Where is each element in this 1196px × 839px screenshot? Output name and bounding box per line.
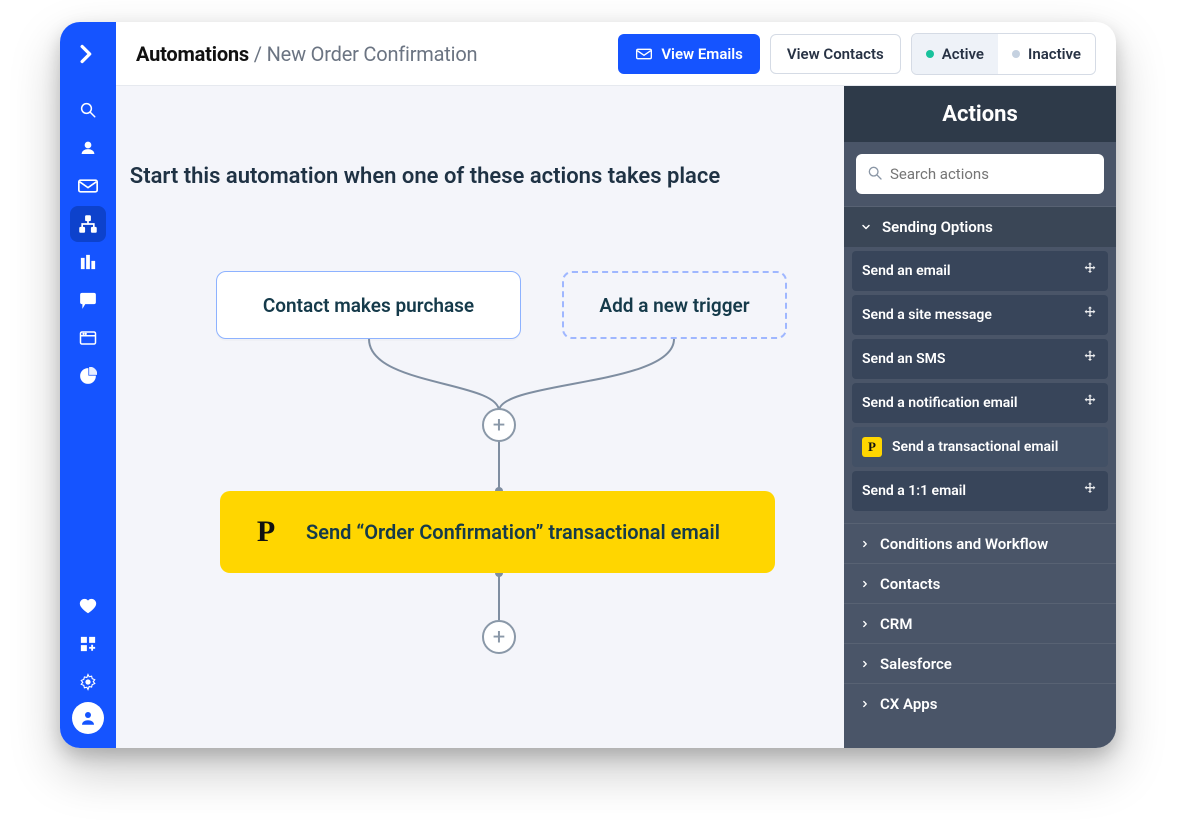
status-dot-active — [926, 50, 934, 58]
section-category-label: CX Apps — [880, 695, 937, 713]
section-category-label: Conditions and Workflow — [880, 535, 1048, 553]
action-node-transactional-email[interactable]: P Send “Order Confirmation” transactiona… — [220, 491, 775, 573]
drag-handle-icon[interactable] — [1082, 261, 1098, 281]
search-icon[interactable] — [70, 92, 106, 128]
conversations-icon[interactable] — [70, 282, 106, 318]
breadcrumb-root[interactable]: Automations — [136, 42, 249, 66]
action-item-label: Send a transactional email — [892, 439, 1058, 455]
deals-icon[interactable] — [70, 244, 106, 280]
section-category-label: Salesforce — [880, 655, 952, 673]
campaigns-icon[interactable] — [70, 168, 106, 204]
add-step-button[interactable]: + — [482, 408, 516, 442]
reports-icon[interactable] — [70, 358, 106, 394]
action-item[interactable]: Send a notification email — [852, 383, 1108, 423]
topbar: Automations / New Order Confirmation Vie… — [116, 22, 1116, 86]
action-item[interactable]: Send an email — [852, 251, 1108, 291]
status-inactive-button[interactable]: Inactive — [998, 34, 1095, 74]
breadcrumb: Automations / New Order Confirmation — [136, 42, 477, 66]
action-item[interactable]: Send a site message — [852, 295, 1108, 335]
status-segment: Active Inactive — [911, 33, 1096, 75]
main: Automations / New Order Confirmation Vie… — [116, 22, 1116, 748]
chevron-right-icon — [860, 579, 870, 589]
start-title: Start this automation when one of these … — [116, 164, 844, 189]
section-sending-options[interactable]: Sending Options — [844, 207, 1116, 247]
actions-search-input[interactable] — [856, 154, 1104, 194]
add-step-button[interactable]: + — [482, 620, 516, 654]
action-item[interactable]: Send a 1:1 email — [852, 471, 1108, 511]
favorites-icon[interactable] — [70, 588, 106, 624]
section-category[interactable]: Contacts — [844, 563, 1116, 603]
chevron-right-icon — [860, 699, 870, 709]
breadcrumb-leaf: New Order Confirmation — [267, 42, 478, 66]
chevron-right-icon — [860, 539, 870, 549]
chevron-right-icon — [860, 659, 870, 669]
apps-icon[interactable] — [70, 626, 106, 662]
actions-panel-title: Actions — [844, 86, 1116, 142]
status-active-button[interactable]: Active — [912, 34, 998, 74]
user-avatar[interactable] — [72, 702, 104, 734]
site-icon[interactable] — [70, 320, 106, 356]
chevron-right-icon — [860, 619, 870, 629]
section-category[interactable]: Salesforce — [844, 643, 1116, 683]
action-item-label: Send an SMS — [862, 351, 945, 367]
action-item-label: Send an email — [862, 263, 951, 279]
logo-icon[interactable] — [70, 36, 106, 72]
sidebar — [60, 22, 116, 748]
action-item-label: Send a 1:1 email — [862, 483, 966, 499]
view-contacts-button[interactable]: View Contacts — [770, 34, 901, 74]
postmark-icon: P — [248, 514, 284, 550]
action-item[interactable]: Send an SMS — [852, 339, 1108, 379]
trigger-node[interactable]: Contact makes purchase — [216, 271, 521, 339]
automations-icon[interactable] — [70, 206, 106, 242]
section-category[interactable]: Conditions and Workflow — [844, 523, 1116, 563]
search-icon — [866, 164, 884, 182]
drag-handle-icon[interactable] — [1082, 481, 1098, 501]
section-category-label: CRM — [880, 615, 912, 633]
contacts-icon[interactable] — [70, 130, 106, 166]
postmark-icon: P — [862, 437, 882, 457]
app-window: Automations / New Order Confirmation Vie… — [60, 22, 1116, 748]
actions-panel: Actions Sending Options — [844, 86, 1116, 748]
envelope-icon — [635, 45, 653, 63]
settings-icon[interactable] — [70, 664, 106, 700]
status-dot-inactive — [1012, 50, 1020, 58]
view-emails-button[interactable]: View Emails — [618, 34, 760, 74]
add-trigger-node[interactable]: Add a new trigger — [562, 271, 787, 339]
drag-handle-icon[interactable] — [1082, 305, 1098, 325]
section-category[interactable]: CRM — [844, 603, 1116, 643]
action-item-label: Send a notification email — [862, 395, 1018, 411]
action-item[interactable]: P Send a transactional email — [852, 427, 1108, 467]
drag-handle-icon[interactable] — [1082, 349, 1098, 369]
section-category-label: Contacts — [880, 575, 940, 593]
section-category[interactable]: CX Apps — [844, 683, 1116, 723]
drag-handle-icon[interactable] — [1082, 393, 1098, 413]
action-item-label: Send a site message — [862, 307, 992, 323]
chevron-down-icon — [860, 221, 872, 233]
automation-canvas[interactable]: Start this automation when one of these … — [116, 86, 844, 748]
